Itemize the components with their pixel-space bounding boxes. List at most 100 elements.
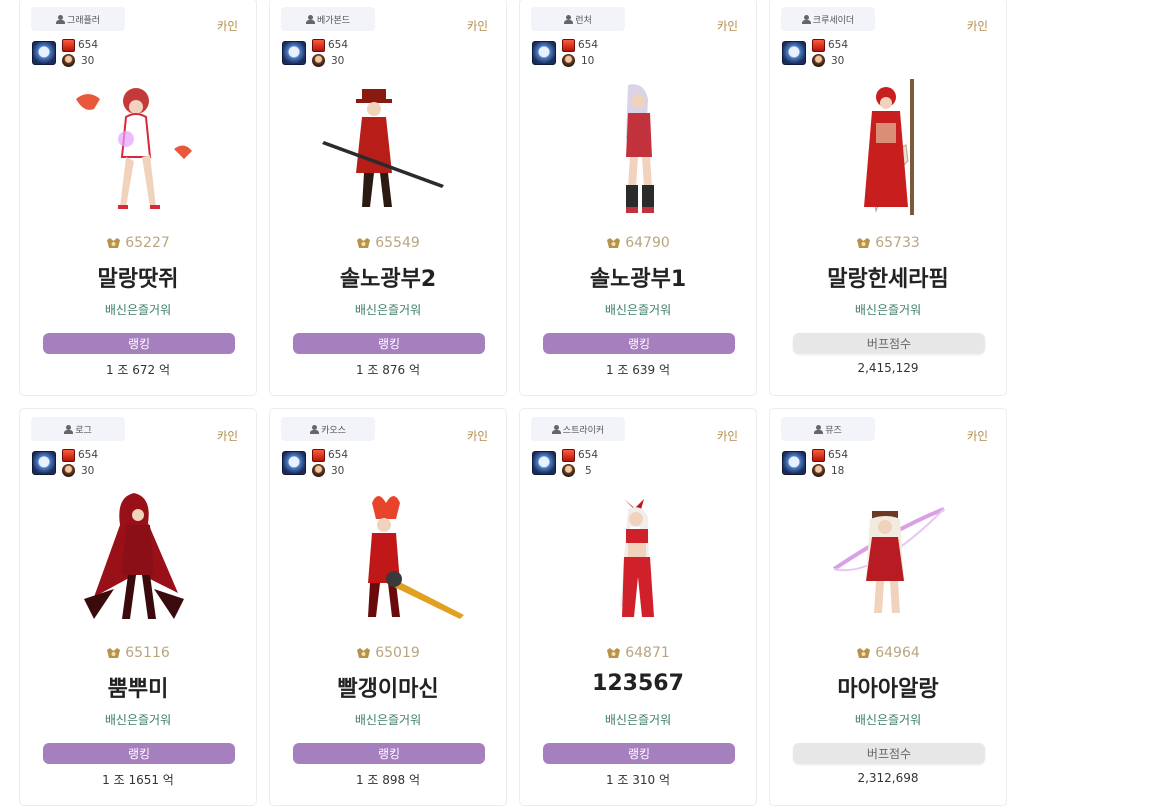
job-label: 런처 — [575, 15, 592, 26]
score-value: 64790 — [625, 235, 670, 251]
job-tag: 스트라이커 — [531, 417, 625, 441]
fame-icon — [812, 449, 825, 462]
job-label: 카오스 — [321, 425, 346, 436]
stat-value: 2,415,129 — [857, 361, 919, 375]
ranking-badge[interactable]: 랭킹 — [543, 333, 735, 354]
fame-value: 654 — [828, 449, 849, 461]
character-name[interactable]: 말랑한세라핌 — [770, 261, 1006, 293]
character-name[interactable]: 솔노광부1 — [520, 261, 756, 293]
character-card[interactable]: 로그 카인 654 30 65116 뿜뿌미 배신은즐거워 랭킹 1 조 165… — [19, 408, 257, 806]
character-card[interactable]: 스트라이커 카인 654 5 64871 123567 배신은즐거워 랭킹 1 … — [519, 408, 757, 806]
score-value: 65116 — [125, 645, 170, 661]
adventure-rank-icon — [607, 237, 621, 248]
person-icon — [814, 424, 824, 434]
person-icon — [551, 424, 561, 434]
ranking-badge[interactable]: 랭킹 — [543, 743, 735, 764]
score: 64871 — [520, 645, 756, 661]
guild-name[interactable]: 배신은즐거워 — [270, 711, 506, 728]
character-name[interactable]: 말랑땃쥐 — [20, 261, 256, 293]
guild-name[interactable]: 배신은즐거워 — [520, 711, 756, 728]
level-value: 30 — [331, 55, 345, 67]
emblem-icon — [782, 451, 806, 475]
server-label: 카인 — [716, 429, 738, 443]
level-icon — [562, 54, 575, 67]
character-name[interactable]: 빨갱이마신 — [270, 671, 506, 703]
score-value: 65549 — [375, 235, 420, 251]
job-label: 베가본드 — [316, 15, 351, 26]
adventure-rank-icon — [857, 647, 871, 658]
fame-value: 654 — [578, 449, 599, 461]
score-value: 65227 — [125, 235, 170, 251]
level-value: 30 — [81, 55, 95, 67]
character-portrait — [84, 493, 184, 619]
guild-name[interactable]: 배신은즐거워 — [270, 301, 506, 318]
stat-value: 1 조 672 억 — [105, 363, 171, 377]
guild-name[interactable]: 배신은즐거워 — [20, 711, 256, 728]
character-name[interactable]: 마아아알랑 — [770, 671, 1006, 703]
character-card[interactable]: 그래플러 카인 654 30 65227 말랑땃쥐 배신은즐거워 랭킹 1 조 … — [19, 0, 257, 396]
job-tag: 카오스 — [281, 417, 375, 441]
guild-name[interactable]: 배신은즐거워 — [20, 301, 256, 318]
character-portrait — [626, 84, 654, 213]
level-icon — [62, 54, 75, 67]
score: 65733 — [770, 235, 1006, 251]
score: 64790 — [520, 235, 756, 251]
score-value: 64871 — [625, 645, 670, 661]
fame-icon — [312, 449, 325, 462]
character-card[interactable]: 베가본드 카인 654 30 65549 솔노광부2 배신은즐거워 랭킹 1 조… — [269, 0, 507, 396]
job-label: 그래플러 — [66, 15, 101, 26]
character-portrait — [832, 507, 945, 613]
emblem-icon — [32, 451, 56, 475]
character-card[interactable]: 런처 카인 654 10 64790 솔노광부1 배신은즐거워 랭킹 1 조 6… — [519, 0, 757, 396]
level-icon — [812, 54, 825, 67]
buff-score-badge[interactable]: 버프점수 — [793, 333, 985, 354]
character-name[interactable]: 123567 — [520, 671, 756, 696]
buff-score-badge[interactable]: 버프점수 — [793, 743, 985, 764]
person-icon — [55, 14, 65, 24]
score: 64964 — [770, 645, 1006, 661]
character-name[interactable]: 뿜뿌미 — [20, 671, 256, 703]
level-value: 10 — [581, 55, 595, 67]
server-label: 카인 — [216, 19, 238, 33]
level-icon — [812, 464, 825, 477]
character-card[interactable]: 카오스 카인 654 30 65019 빨갱이마신 배신은즐거워 랭킹 1 조 … — [269, 408, 507, 806]
person-icon — [64, 424, 74, 434]
level-icon — [62, 464, 75, 477]
score: 65116 — [20, 645, 256, 661]
guild-name[interactable]: 배신은즐거워 — [520, 301, 756, 318]
character-portrait — [368, 496, 464, 619]
adventure-rank-icon — [107, 237, 121, 248]
emblem-icon — [782, 41, 806, 65]
adventure-rank-icon — [857, 237, 871, 248]
stat-value: 1 조 898 억 — [355, 773, 421, 787]
stat-value: 2,312,698 — [857, 771, 919, 785]
ranking-badge[interactable]: 랭킹 — [293, 743, 485, 764]
character-name[interactable]: 솔노광부2 — [270, 261, 506, 293]
score: 65549 — [270, 235, 506, 251]
level-value: 30 — [831, 55, 845, 67]
level-icon — [312, 464, 325, 477]
fame-icon — [562, 39, 575, 52]
ranking-badge[interactable]: 랭킹 — [43, 743, 235, 764]
fame-icon — [812, 39, 825, 52]
character-portrait — [322, 89, 444, 207]
score-value: 64964 — [875, 645, 920, 661]
person-icon — [310, 424, 320, 434]
ranking-badge[interactable]: 랭킹 — [43, 333, 235, 354]
guild-name[interactable]: 배신은즐거워 — [770, 711, 1006, 728]
fame-icon — [62, 449, 75, 462]
character-portrait — [76, 88, 192, 209]
adventure-rank-icon — [107, 647, 121, 658]
guild-name[interactable]: 배신은즐거워 — [770, 301, 1006, 318]
fame-value: 654 — [328, 39, 349, 51]
score: 65227 — [20, 235, 256, 251]
character-card[interactable]: 크루세이더 카인 654 30 65733 말랑한세라핌 배신은즐거워 버프점수… — [769, 0, 1007, 396]
character-portrait — [620, 499, 654, 617]
person-icon — [305, 14, 315, 24]
job-tag: 뮤즈 — [781, 417, 875, 441]
character-card[interactable]: 뮤즈 카인 654 18 64964 마아아알랑 배신은즐거워 버프점수 2,3… — [769, 408, 1007, 806]
job-tag: 로그 — [31, 417, 125, 441]
job-label: 로그 — [75, 425, 92, 436]
emblem-icon — [282, 451, 306, 475]
ranking-badge[interactable]: 랭킹 — [293, 333, 485, 354]
